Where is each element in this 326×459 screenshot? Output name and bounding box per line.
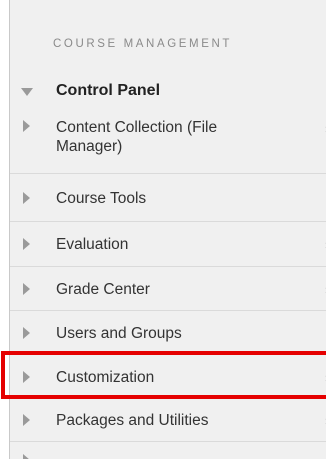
triangle-right-icon (23, 454, 30, 459)
menu-item-packages-and-utilities[interactable]: Packages and Utilities › (10, 398, 326, 442)
menu-item-course-tools[interactable]: Course Tools (10, 174, 326, 222)
menu-item-label: Grade Center (56, 281, 150, 298)
menu-item-label: Course Tools (56, 190, 147, 207)
triangle-down-icon (21, 88, 33, 96)
menu-item-label: Customization (56, 369, 155, 386)
menu-item-label: Content Collection (File Manager) (56, 119, 218, 155)
menu-item-evaluation[interactable]: Evaluation › (10, 222, 326, 267)
menu-item-cutoff[interactable] (10, 442, 326, 459)
menu-item-grade-center[interactable]: Grade Center › (10, 267, 326, 311)
course-management-panel: COURSE MANAGEMENT Control Panel Content … (9, 0, 326, 459)
menu-item-label: Evaluation (56, 236, 129, 253)
section-header: COURSE MANAGEMENT (53, 38, 233, 50)
triangle-right-icon (23, 283, 30, 295)
control-panel-label[interactable]: Control Panel (56, 82, 160, 100)
triangle-right-icon (23, 414, 30, 426)
triangle-right-icon (23, 120, 30, 132)
triangle-right-icon (23, 327, 30, 339)
menu-item-label: Packages and Utilities (56, 412, 209, 429)
menu-item-label: Users and Groups (56, 325, 182, 342)
menu-item-users-and-groups[interactable]: Users and Groups (10, 311, 326, 355)
menu-item-content-collection[interactable]: Content Collection (File Manager) › (10, 112, 326, 174)
menu-item-customization[interactable]: Customization › (10, 355, 326, 398)
triangle-right-icon (23, 371, 30, 383)
triangle-right-icon (23, 192, 30, 204)
triangle-right-icon (23, 238, 30, 250)
